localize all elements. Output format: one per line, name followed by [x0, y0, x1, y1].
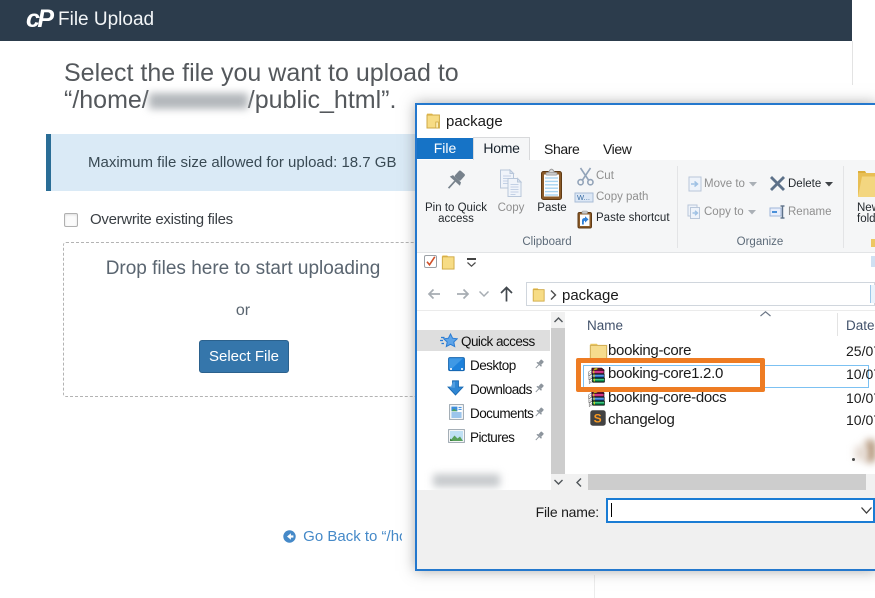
- svg-text:W...: W...: [577, 193, 590, 202]
- svg-text:S: S: [594, 412, 602, 426]
